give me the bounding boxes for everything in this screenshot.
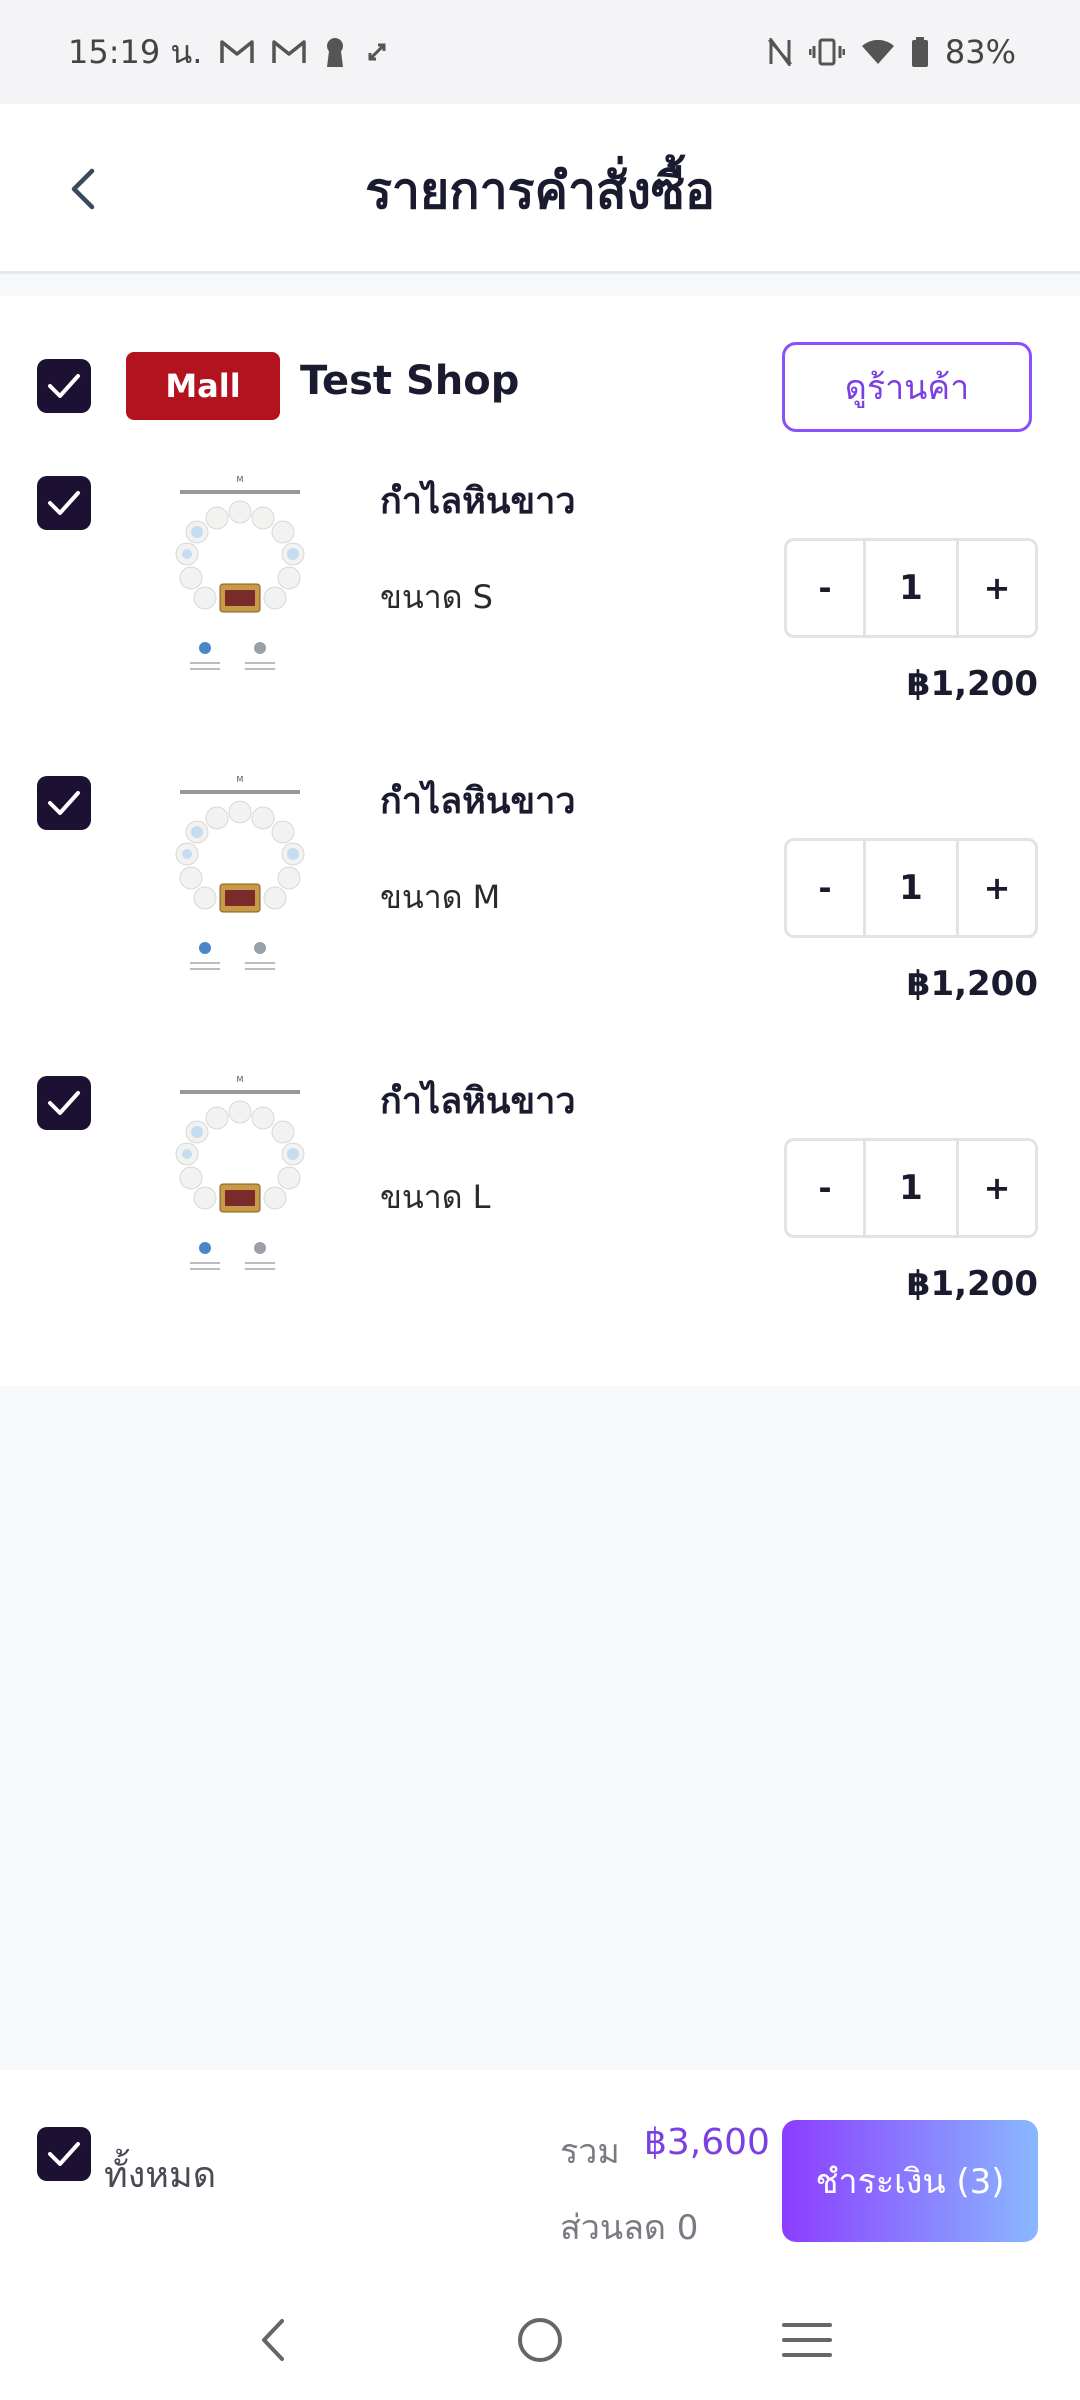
select-all-checkbox[interactable] xyxy=(37,2127,91,2181)
keyhole-icon xyxy=(324,37,346,67)
status-bar: 15:19 น. 83% xyxy=(0,0,1080,104)
item-price: ฿1,200 xyxy=(906,1264,1038,1304)
quantity-value[interactable]: 1 xyxy=(863,1141,959,1235)
shop-checkbox[interactable] xyxy=(37,359,91,413)
check-icon xyxy=(48,791,80,815)
checkout-bar: ทั้งหมด รวม ฿3,600 ส่วนลด 0 ชำระเงิน (3) xyxy=(0,2070,1080,2280)
battery-icon xyxy=(911,37,929,67)
svg-text:M: M xyxy=(237,475,244,484)
quantity-stepper: - 1 + xyxy=(784,538,1038,638)
cart-item: M กำไลหินขาว ขนาด S - 1 + ฿1,200 xyxy=(0,468,1080,728)
item-price: ฿1,200 xyxy=(906,964,1038,1004)
battery-percent: 83% xyxy=(944,33,1016,71)
item-checkbox[interactable] xyxy=(37,776,91,830)
decrement-button[interactable]: - xyxy=(787,841,863,935)
decrement-button[interactable]: - xyxy=(787,1141,863,1235)
check-icon xyxy=(48,374,80,398)
menu-lines-icon xyxy=(781,2323,832,2357)
item-name[interactable]: กำไลหินขาว xyxy=(380,1072,576,1129)
nfc-icon xyxy=(767,38,793,66)
app-header: รายการคำสั่งซื้อ xyxy=(0,104,1080,274)
item-price: ฿1,200 xyxy=(906,664,1038,704)
status-right: 83% xyxy=(767,33,1016,71)
increment-button[interactable]: + xyxy=(959,1141,1035,1235)
cart-item: M กำไลหินขาว ขนาด L - 1 + ฿1,200 xyxy=(0,1068,1080,1328)
sync-icon xyxy=(364,39,390,65)
nav-back-button[interactable] xyxy=(233,2300,313,2380)
vibrate-icon xyxy=(808,38,845,66)
item-variant: ขนาด S xyxy=(380,578,493,616)
svg-text:M: M xyxy=(237,775,244,784)
item-checkbox[interactable] xyxy=(37,1076,91,1130)
wifi-icon xyxy=(861,38,895,66)
mall-badge: Mall xyxy=(126,352,280,420)
gmail-icon xyxy=(220,39,255,65)
item-checkbox[interactable] xyxy=(37,476,91,530)
item-name[interactable]: กำไลหินขาว xyxy=(380,472,576,529)
product-image[interactable]: M xyxy=(135,1068,345,1308)
item-name[interactable]: กำไลหินขาว xyxy=(380,772,576,829)
nav-back-icon xyxy=(262,2319,285,2361)
item-variant: ขนาด M xyxy=(380,878,501,916)
check-icon xyxy=(48,491,80,515)
quantity-value[interactable]: 1 xyxy=(863,541,959,635)
decrement-button[interactable]: - xyxy=(787,541,863,635)
quantity-stepper: - 1 + xyxy=(784,1138,1038,1238)
cart-card: Mall Test Shop ดูร้านค้า M กำไลหินขาว ขน… xyxy=(0,296,1080,1386)
view-shop-button[interactable]: ดูร้านค้า xyxy=(782,342,1032,432)
status-time: 15:19 น. xyxy=(68,32,203,71)
cart-item: M กำไลหินขาว ขนาด M - 1 + ฿1,200 xyxy=(0,768,1080,1028)
product-image[interactable]: M xyxy=(135,468,345,708)
home-circle-icon xyxy=(517,2318,562,2362)
system-nav-bar xyxy=(0,2280,1080,2400)
quantity-value[interactable]: 1 xyxy=(863,841,959,935)
checkout-button[interactable]: ชำระเงิน (3) xyxy=(782,2120,1038,2242)
check-icon xyxy=(48,2142,80,2166)
quantity-stepper: - 1 + xyxy=(784,838,1038,938)
page-title: รายการคำสั่งซื้อ xyxy=(365,162,715,220)
total-label: รวม xyxy=(560,2132,620,2172)
product-image[interactable]: M xyxy=(135,768,345,1008)
status-left: 15:19 น. xyxy=(68,27,390,78)
increment-button[interactable]: + xyxy=(959,541,1035,635)
shop-name[interactable]: Test Shop xyxy=(300,358,519,404)
shop-row: Mall Test Shop ดูร้านค้า xyxy=(0,342,1080,442)
check-icon xyxy=(48,1091,80,1115)
item-variant: ขนาด L xyxy=(380,1178,491,1216)
increment-button[interactable]: + xyxy=(959,841,1035,935)
nav-recents-button[interactable] xyxy=(767,2300,847,2380)
discount-text: ส่วนลด 0 xyxy=(560,2208,699,2248)
nav-home-button[interactable] xyxy=(500,2300,580,2380)
select-all-label[interactable]: ทั้งหมด xyxy=(104,2146,216,2203)
gmail-icon xyxy=(272,39,307,65)
total-value: ฿3,600 xyxy=(644,2122,770,2163)
svg-text:M: M xyxy=(237,1075,244,1084)
